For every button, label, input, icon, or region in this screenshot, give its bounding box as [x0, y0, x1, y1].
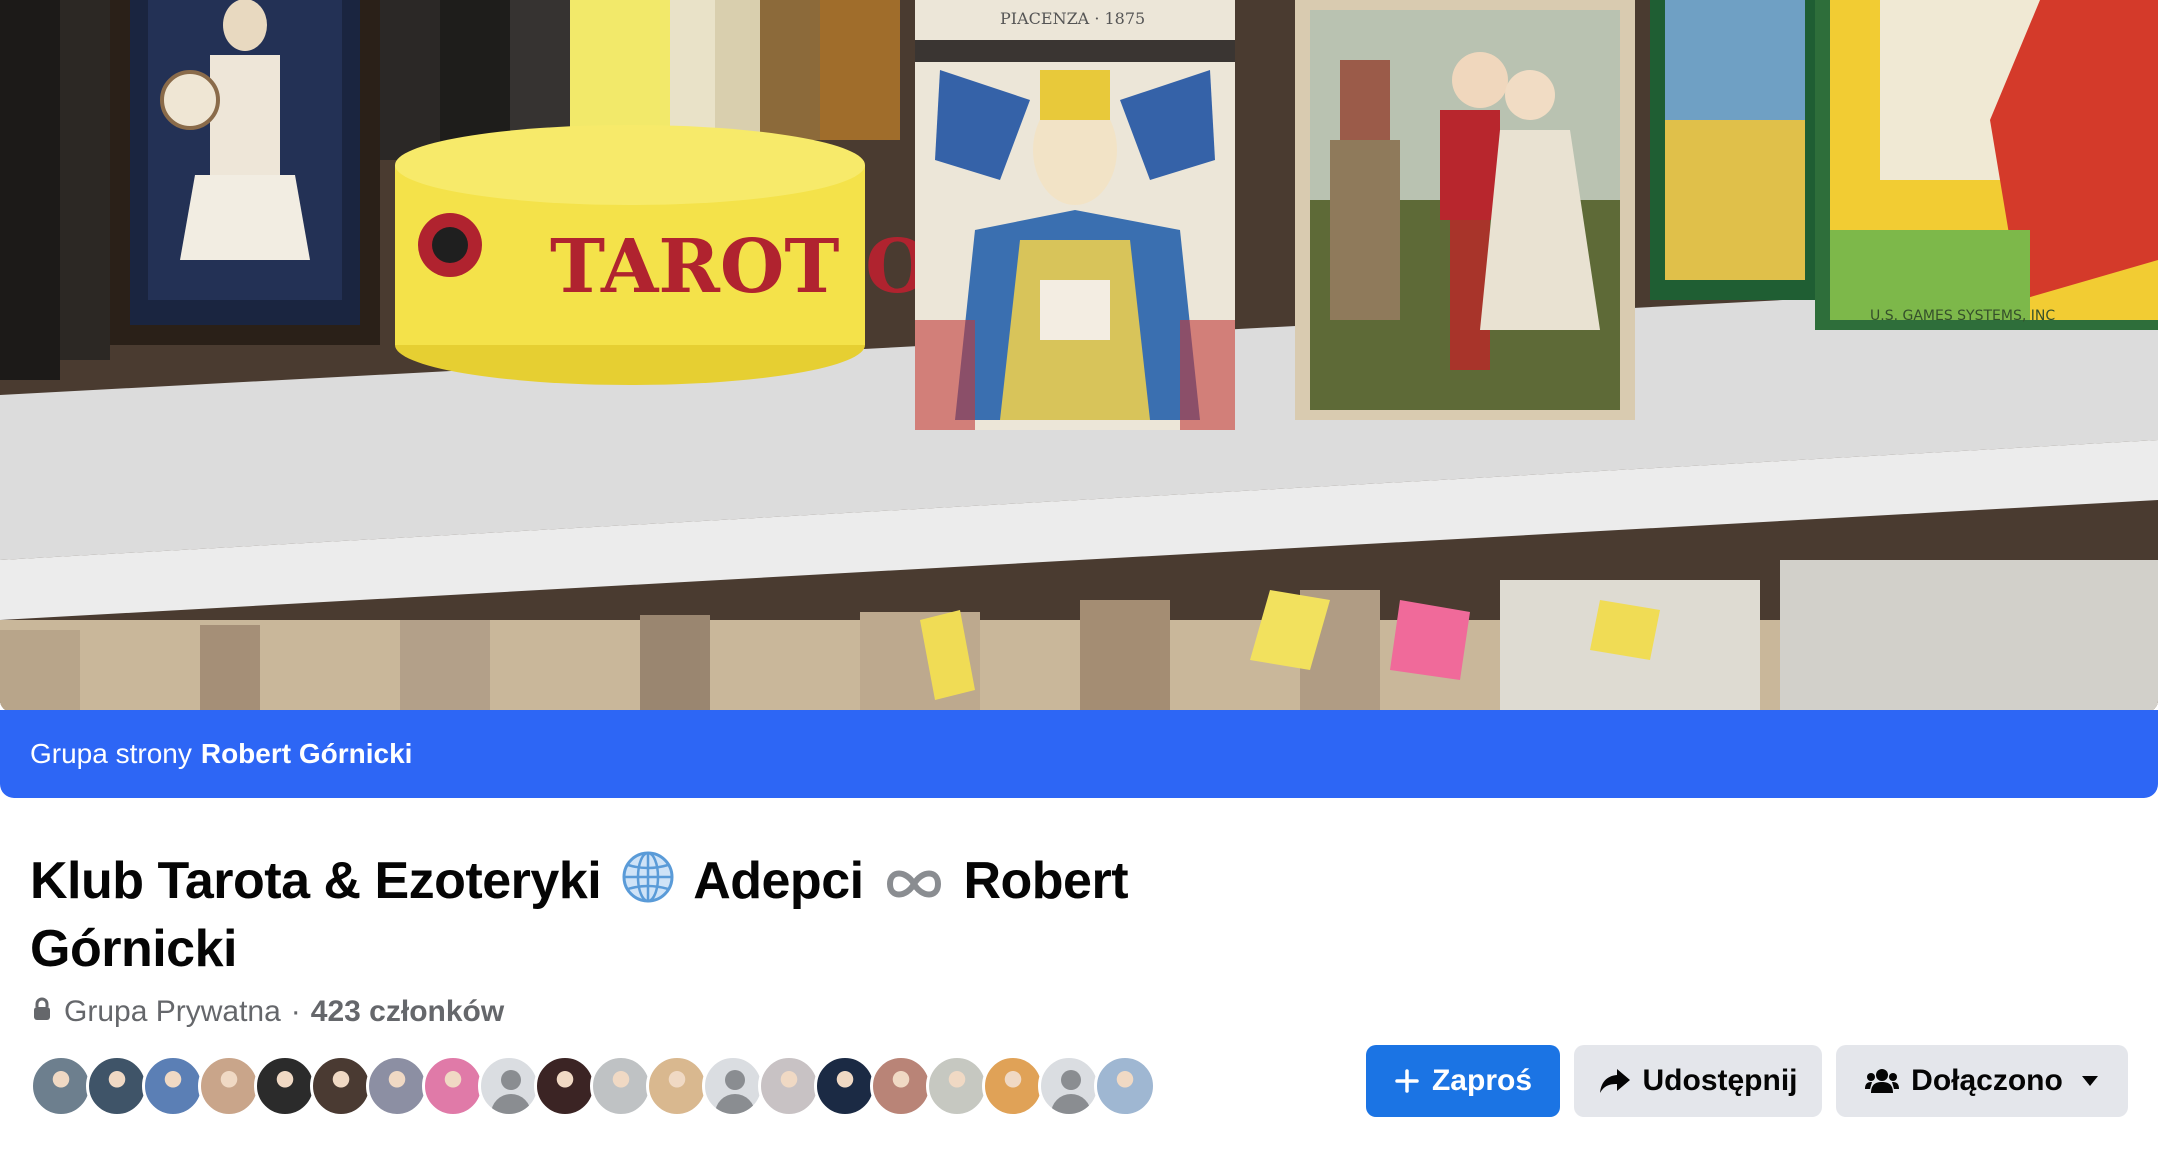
- invite-button-label: Zaproś: [1431, 1064, 1533, 1097]
- invite-button[interactable]: Zaproś: [1366, 1045, 1560, 1117]
- group-meta: Grupa Prywatna · 423 członków: [32, 995, 504, 1029]
- group-source-prefix: Grupa strony: [30, 738, 192, 769]
- group-source-owner-link[interactable]: Robert Górnicki: [201, 738, 413, 770]
- meta-separator: ·: [290, 995, 301, 1028]
- member-avatar[interactable]: [982, 1055, 1044, 1117]
- member-avatar[interactable]: [198, 1055, 260, 1117]
- member-avatar[interactable]: [758, 1055, 820, 1117]
- member-avatar[interactable]: [478, 1055, 540, 1117]
- globe-icon: [621, 850, 675, 918]
- group-source-banner: Grupa strony Robert Górnicki: [0, 710, 2158, 798]
- group-title[interactable]: Klub Tarota & Ezoteryki Adepci Robert Gó…: [30, 850, 1190, 980]
- member-avatar[interactable]: [366, 1055, 428, 1117]
- member-avatar[interactable]: [702, 1055, 764, 1117]
- cover-photo[interactable]: TAROT ORIG PIACENZA · 1875 U.S. GAMES SY…: [0, 0, 2158, 712]
- cover-card-caption: PIACENZA · 1875: [1000, 9, 1145, 28]
- group-title-part1: Klub Tarota & Ezoteryki: [30, 852, 602, 910]
- member-avatars: [30, 1055, 1156, 1119]
- group-members-icon: [1865, 1068, 1900, 1094]
- member-avatar[interactable]: [1094, 1055, 1156, 1117]
- member-avatar[interactable]: [1038, 1055, 1100, 1117]
- member-avatar[interactable]: [310, 1055, 372, 1117]
- share-button-label: Udostępnij: [1642, 1064, 1798, 1097]
- member-avatar[interactable]: [30, 1055, 92, 1117]
- member-avatar[interactable]: [254, 1055, 316, 1117]
- joined-dropdown-button[interactable]: Dołączono: [1836, 1045, 2128, 1117]
- cover-photo-image: TAROT ORIG PIACENZA · 1875 U.S. GAMES SY…: [0, 0, 2158, 712]
- share-arrow-icon: [1599, 1067, 1631, 1095]
- lock-icon: [32, 995, 52, 1029]
- member-avatar[interactable]: [814, 1055, 876, 1117]
- member-avatar[interactable]: [926, 1055, 988, 1117]
- group-privacy-label[interactable]: Grupa Prywatna: [64, 995, 281, 1029]
- member-avatar[interactable]: [142, 1055, 204, 1117]
- member-avatar[interactable]: [422, 1055, 484, 1117]
- joined-button-label: Dołączono: [1911, 1064, 2063, 1097]
- cover-deck-publisher: U.S. GAMES SYSTEMS, INC: [1870, 308, 2055, 324]
- plus-icon: [1394, 1068, 1420, 1094]
- group-title-part2: Adepci: [693, 852, 864, 910]
- group-member-count[interactable]: 423 członków: [311, 995, 504, 1029]
- member-avatar[interactable]: [86, 1055, 148, 1117]
- member-avatar[interactable]: [646, 1055, 708, 1117]
- caret-down-icon: [2081, 1075, 2099, 1087]
- member-avatar[interactable]: [870, 1055, 932, 1117]
- member-avatar[interactable]: [534, 1055, 596, 1117]
- infinity-icon: [884, 856, 944, 918]
- share-button[interactable]: Udostępnij: [1574, 1045, 1822, 1117]
- member-avatar[interactable]: [590, 1055, 652, 1117]
